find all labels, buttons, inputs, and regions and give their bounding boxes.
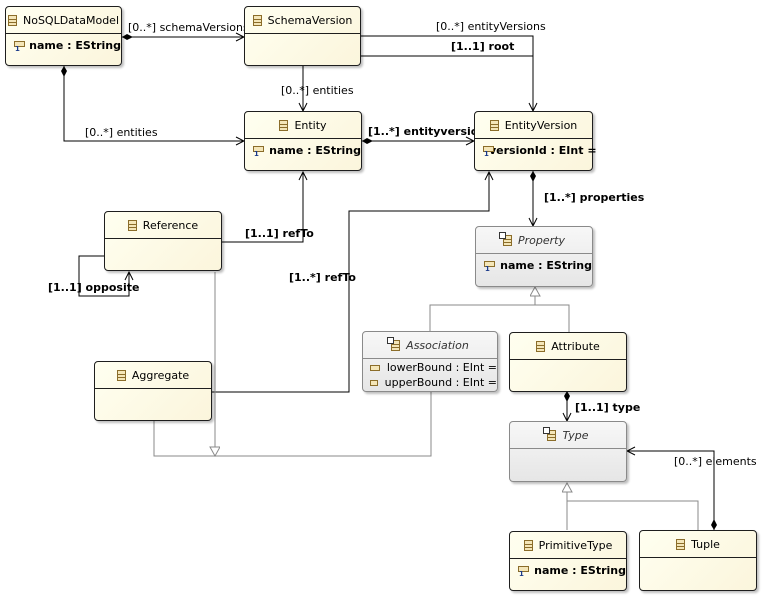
class-tuple[interactable]: Tuple (639, 530, 757, 591)
eclass-icon (252, 14, 262, 26)
label-properties: [1..*] properties (544, 191, 645, 204)
attribute-text: name : EString (29, 39, 121, 52)
eclass-icon (523, 539, 533, 551)
ecore-class-diagram: [0..*] schemaVersions [0..*] entityVersi… (0, 0, 763, 601)
id-attribute-icon: 1 (13, 40, 25, 53)
class-property[interactable]: Property 1 name : EString (475, 226, 593, 287)
label-schema-entities: [0..*] entities (281, 84, 354, 97)
class-name: Attribute (551, 339, 600, 353)
label-refTo-aggregate: [1..*] refTo (289, 271, 356, 284)
diagram-connectors (0, 0, 763, 530)
class-name: NoSQLDataModel (22, 13, 120, 27)
generalization-type (567, 483, 699, 530)
class-name: Aggregate (131, 368, 190, 382)
generalization-property (429, 287, 570, 332)
class-primitivetype[interactable]: PrimitiveType 1 name : EString (509, 531, 627, 591)
attribute-icon (370, 379, 378, 386)
attribute-text: name : EString (269, 144, 361, 157)
attribute-text: name : EString (534, 564, 626, 577)
class-reference[interactable]: Reference (104, 211, 222, 271)
abstract-eclass-icon (543, 426, 557, 441)
eclass-icon (116, 369, 126, 381)
label-opposite: [1..1] opposite (48, 281, 140, 294)
attribute-icon (370, 364, 380, 371)
class-nosqldatamodel[interactable]: NoSQLDataModel 1 name : EString (5, 6, 122, 66)
id-attribute-icon: 1 (483, 260, 495, 273)
eclass-icon (279, 119, 289, 131)
id-attribute-icon: 1 (252, 145, 264, 158)
label-entityVersions: [0..*] entityVersions (436, 20, 546, 33)
class-entity[interactable]: Entity 1 name : EString (244, 111, 362, 171)
label-refTo-reference: [1..1] refTo (245, 227, 314, 240)
attribute-row[interactable]: 1 versionId : EInt = (482, 142, 597, 159)
label-model-entities: [0..*] entities (85, 126, 158, 139)
class-entityversion[interactable]: EntityVersion 1 versionId : EInt = (474, 111, 597, 171)
class-name: SchemaVersion (267, 13, 353, 27)
label-schemaVersions: [0..*] schemaVersions (128, 21, 249, 34)
attribute-row[interactable]: 1 name : EString (483, 257, 592, 274)
eclass-icon (676, 538, 686, 550)
eclass-icon (489, 119, 499, 131)
attribute-text: lowerBound : EInt = (386, 361, 497, 374)
class-name: Association (406, 338, 469, 352)
eclass-icon (127, 219, 137, 231)
class-aggregate[interactable]: Aggregate (94, 361, 212, 421)
class-type[interactable]: Type (509, 421, 627, 482)
class-attribute[interactable]: Attribute (509, 332, 627, 392)
class-name: EntityVersion (504, 118, 578, 132)
abstract-eclass-icon (499, 231, 512, 246)
id-attribute-icon: 1 (517, 565, 529, 578)
label-elements: [0..*] elements (674, 455, 757, 468)
attribute-text: upperBound : EInt = (384, 376, 497, 389)
class-name: Reference (142, 218, 199, 232)
class-name: Property (518, 233, 565, 247)
attribute-row[interactable]: 1 name : EString (517, 562, 626, 579)
attribute-row[interactable]: upperBound : EInt = (370, 375, 497, 390)
label-root: [1..1] root (451, 40, 515, 53)
eclass-icon (7, 14, 17, 26)
label-type: [1..1] type (575, 401, 641, 414)
abstract-eclass-icon (387, 336, 401, 351)
class-name: Type (562, 428, 589, 442)
class-name: Entity (294, 118, 327, 132)
eclass-icon (536, 340, 546, 352)
attribute-text: versionId : EInt = (489, 144, 597, 157)
attribute-row[interactable]: 1 name : EString (252, 142, 361, 159)
attribute-row[interactable]: 1 name : EString (13, 37, 121, 54)
attribute-row[interactable]: lowerBound : EInt = (370, 360, 497, 375)
class-name: PrimitiveType (538, 538, 613, 552)
attribute-text: name : EString (500, 259, 592, 272)
class-schemaversion[interactable]: SchemaVersion (244, 6, 361, 66)
class-name: Tuple (691, 537, 720, 551)
class-association[interactable]: Association lowerBound : EInt = upperBou… (362, 331, 498, 392)
